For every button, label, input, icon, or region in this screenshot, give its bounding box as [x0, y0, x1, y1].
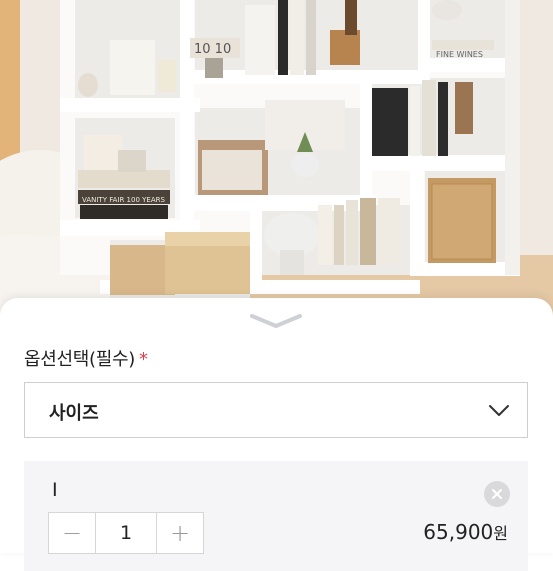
increase-quantity-button[interactable]: + [157, 513, 203, 553]
remove-option-button[interactable] [484, 481, 510, 507]
size-dropdown-value: 사이즈 [49, 403, 99, 424]
product-photo: 10 10 FINE WINES VANITY FAIR 100 YEARS [0, 0, 553, 320]
close-icon [492, 489, 502, 499]
option-bottom-sheet: 옵션선택(필수) * 사이즈 I − 1 + 65,900원 [0, 298, 553, 571]
decrease-quantity-button[interactable]: − [49, 513, 95, 553]
option-select-label: 옵션선택(필수) * [24, 345, 148, 371]
required-mark: * [139, 349, 148, 370]
chevron-down-icon [489, 405, 509, 416]
collapse-handle[interactable] [250, 312, 302, 330]
bookshelf-image: 10 10 FINE WINES VANITY FAIR 100 YEARS [0, 0, 553, 320]
quantity-stepper: − 1 + [48, 512, 204, 554]
book-vanity-text: VANITY FAIR 100 YEARS [82, 196, 165, 204]
option-label-text: 옵션선택(필수) [24, 349, 136, 370]
selected-option-name: I [52, 479, 58, 501]
book-spine-text: FINE WINES [436, 50, 483, 59]
item-price: 65,900원 [423, 520, 508, 544]
size-dropdown[interactable]: 사이즈 [24, 382, 528, 438]
selected-option-item: I − 1 + 65,900원 [24, 461, 528, 571]
quantity-value: 1 [95, 513, 157, 553]
chevron-down-icon [250, 314, 302, 328]
currency-unit: 원 [493, 524, 508, 543]
clock-text: 10 10 [194, 42, 231, 57]
item-price-value: 65,900 [423, 520, 494, 544]
